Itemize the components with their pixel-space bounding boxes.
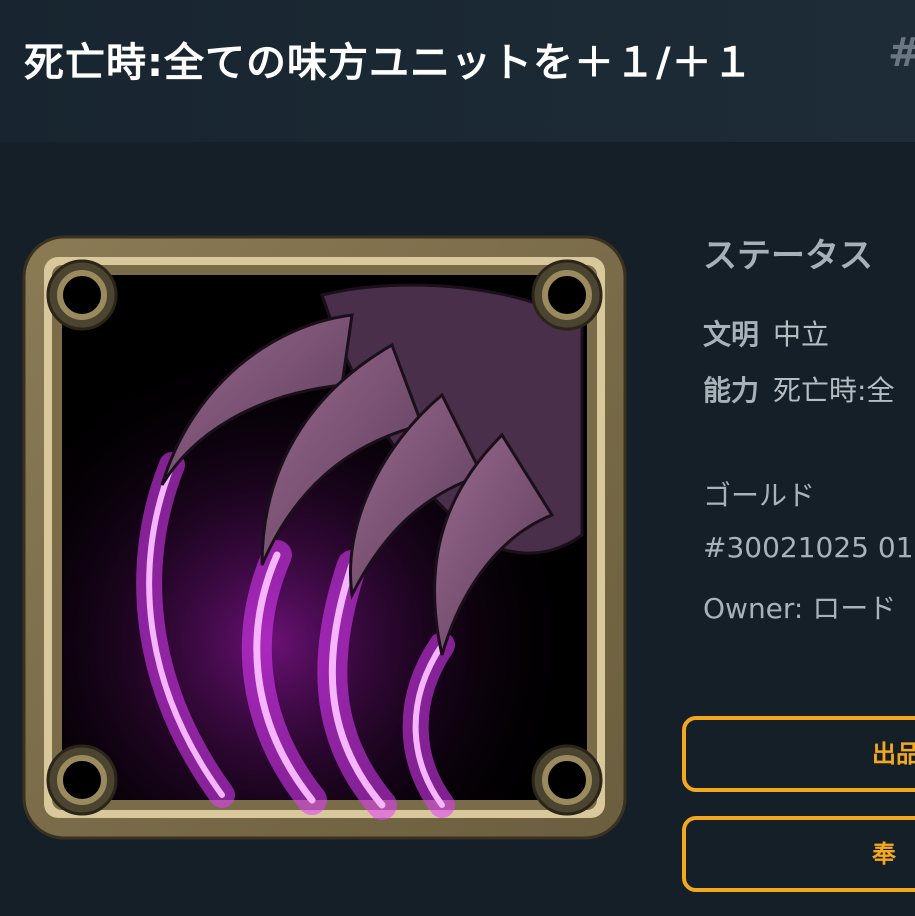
ability-value: 死亡時:全 (773, 374, 895, 407)
civilization-row: 文明 中立 (703, 313, 829, 353)
header-bar: 死亡時:全ての味方ユニットを＋１/＋１ # (0, 0, 915, 142)
ability-row: 能力 死亡時:全 (703, 369, 894, 409)
title-id: # (888, 30, 915, 76)
card-image (22, 235, 627, 840)
second-action-button[interactable]: 奉 (682, 816, 915, 892)
token-id-text: #30021025 011 (703, 531, 915, 564)
purple-claw-icon (22, 235, 627, 840)
ability-label: 能力 (703, 374, 760, 407)
status-heading: ステータス (703, 236, 873, 276)
civilization-value: 中立 (773, 318, 830, 351)
civilization-label: 文明 (703, 318, 760, 351)
rarity-text: ゴールド (703, 479, 816, 512)
page-title: 死亡時:全ての味方ユニットを＋１/＋１ (24, 40, 754, 86)
owner-link[interactable]: Owner: ロード (703, 587, 896, 627)
sell-button[interactable]: 出品 (682, 716, 915, 792)
